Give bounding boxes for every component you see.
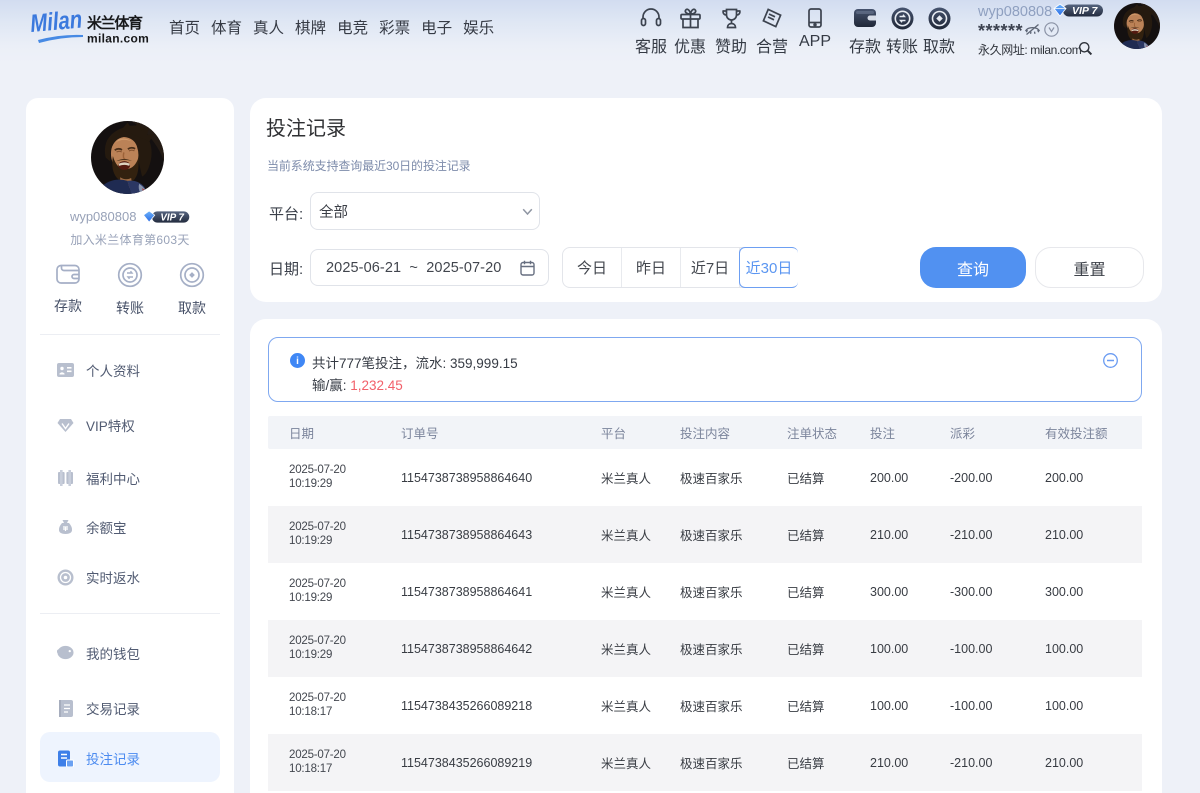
- svg-text:i: i: [296, 356, 299, 367]
- svg-text:VIP 7: VIP 7: [1072, 5, 1098, 17]
- svg-text:milan.com: milan.com: [87, 32, 149, 46]
- svg-text:Milan: Milan: [31, 6, 83, 38]
- svg-text:米兰体育: 米兰体育: [87, 14, 143, 32]
- svg-text:VIP 7: VIP 7: [160, 212, 184, 223]
